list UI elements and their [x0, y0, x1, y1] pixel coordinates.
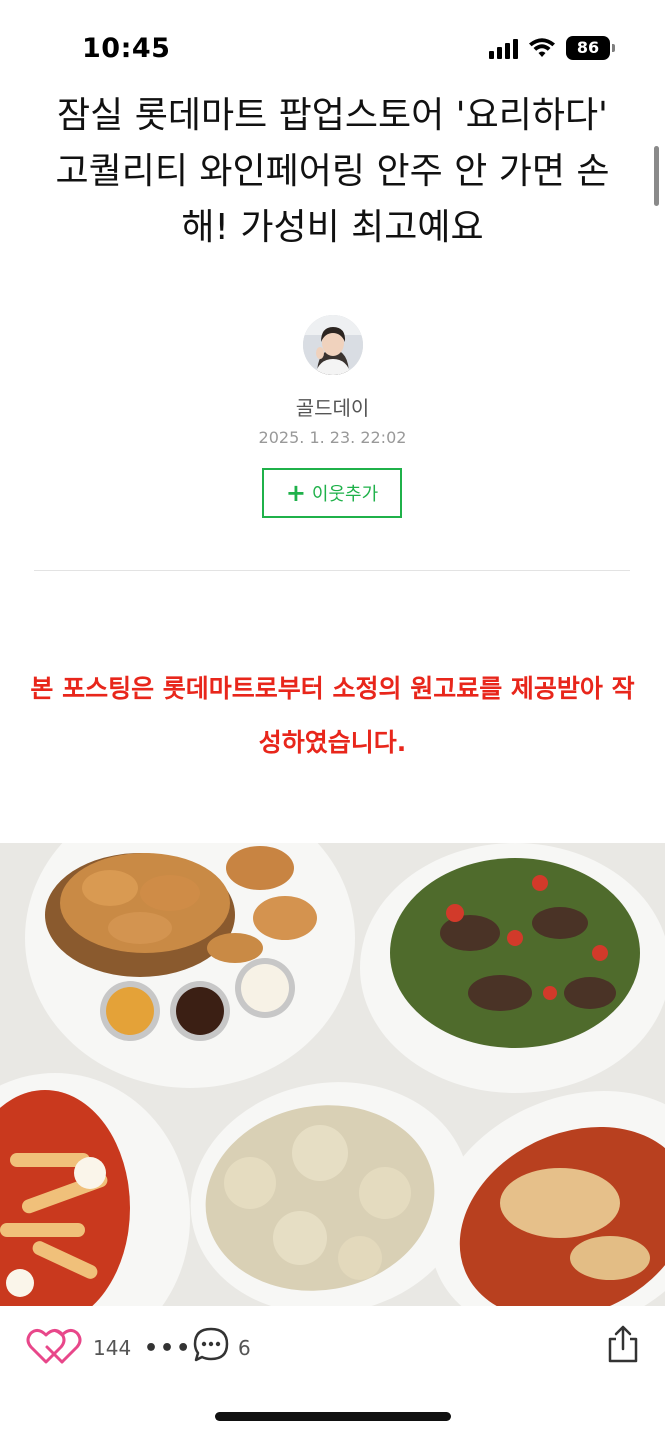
wifi-icon	[529, 38, 555, 57]
post-date: 2025. 1. 23. 22:02	[258, 428, 407, 447]
post-title: 잠실 롯데마트 팝업스토어 '요리하다' 고퀄리티 와인페어링 안주 안 가면 …	[55, 95, 610, 248]
comment-button[interactable]	[192, 1326, 230, 1364]
share-button[interactable]	[606, 1324, 640, 1364]
like-button[interactable]	[26, 1326, 82, 1366]
avatar[interactable]	[303, 315, 363, 375]
status-time: 10:45	[82, 33, 171, 64]
plus-icon: +	[285, 479, 306, 507]
comment-count: 6	[238, 1336, 251, 1360]
status-bar: 10:45 86	[0, 0, 665, 90]
food-photo-illustration	[0, 843, 665, 1306]
status-icons: 86	[489, 36, 615, 60]
sponsorship-notice: 본 포스팅은 롯데마트로부터 소정의 원고료를 제공받아 작성하였습니다.	[30, 674, 635, 757]
heart-icon	[26, 1328, 82, 1364]
food-photo[interactable]	[0, 843, 665, 1306]
share-icon	[608, 1325, 638, 1363]
comment-icon	[193, 1327, 229, 1362]
author-name[interactable]: 골드데이	[0, 392, 665, 421]
divider	[34, 570, 630, 571]
add-neighbor-label: 이웃추가	[311, 484, 379, 505]
home-indicator	[215, 1412, 451, 1421]
more-options-icon[interactable]: •••	[144, 1336, 192, 1361]
cellular-signal-icon	[489, 37, 518, 59]
scroll-indicator	[654, 146, 659, 206]
like-count: 144	[93, 1336, 132, 1360]
avatar-image	[303, 315, 363, 375]
add-neighbor-button[interactable]: + 이웃추가	[262, 468, 402, 518]
battery-icon: 86	[566, 36, 615, 60]
